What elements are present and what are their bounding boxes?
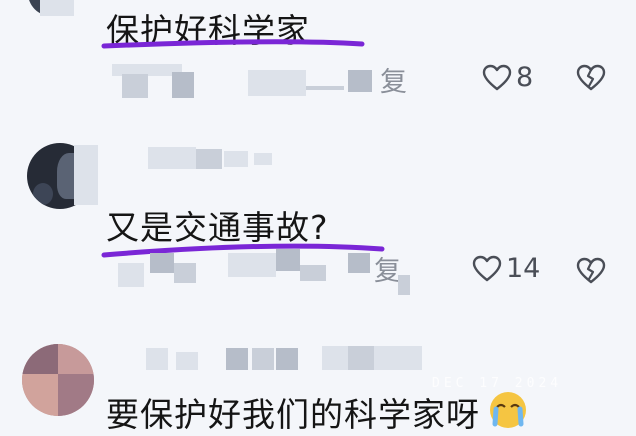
location-blurred (300, 265, 326, 281)
comment-item: 要保护好我们的科学家呀 DEC 17 2024 (0, 330, 636, 434)
username-blurred (74, 145, 98, 205)
timestamp-blurred (122, 74, 148, 98)
username-blurred (348, 346, 374, 370)
location-blurred (248, 70, 306, 96)
heart-outline-icon (482, 64, 512, 90)
timestamp-blurred (150, 253, 174, 273)
username-blurred (148, 147, 196, 169)
like-button[interactable]: 14 (472, 253, 540, 284)
heart-outline-icon (472, 255, 502, 281)
timestamp-blurred (172, 72, 194, 98)
highlight-underline (101, 39, 365, 49)
broken-heart-icon[interactable] (576, 257, 606, 285)
reply-blurred (348, 70, 372, 92)
username-blurred (322, 346, 348, 370)
location-blurred (228, 253, 276, 277)
comment-text: 要保护好我们的科学家呀 (106, 395, 480, 434)
comment-text: 保护好科学家 (106, 11, 310, 50)
timestamp-blurred (174, 263, 196, 283)
reply-button[interactable]: 复 (374, 249, 401, 288)
date-watermark: DEC 17 2024 (432, 376, 563, 391)
avatar[interactable] (22, 344, 94, 416)
crying-face-emoji (490, 392, 526, 428)
broken-heart-icon[interactable] (576, 64, 606, 92)
location-blurred (306, 86, 344, 90)
comment-item: 保护好科学家 复 8 (0, 0, 636, 125)
reply-button[interactable]: 复 (380, 60, 407, 99)
username-blurred (276, 348, 298, 370)
comment-text: 又是交通事故? (106, 208, 329, 247)
like-count: 8 (516, 62, 534, 93)
reply-blurred (348, 253, 370, 273)
comment-item: 又是交通事故? 复 14 (0, 125, 636, 330)
like-button[interactable]: 8 (482, 62, 533, 93)
reply-blurred (398, 275, 410, 295)
username-blurred (196, 149, 222, 169)
username-blurred (252, 348, 274, 370)
location-blurred (276, 249, 300, 271)
username-blurred (224, 151, 248, 167)
username-blurred (146, 348, 168, 370)
username-blurred (176, 352, 198, 370)
username-blurred (254, 153, 272, 165)
username-blurred (374, 346, 422, 370)
username-blurred (40, 0, 74, 16)
timestamp-blurred (118, 263, 144, 287)
like-count: 14 (506, 253, 541, 284)
username-blurred (226, 348, 248, 370)
